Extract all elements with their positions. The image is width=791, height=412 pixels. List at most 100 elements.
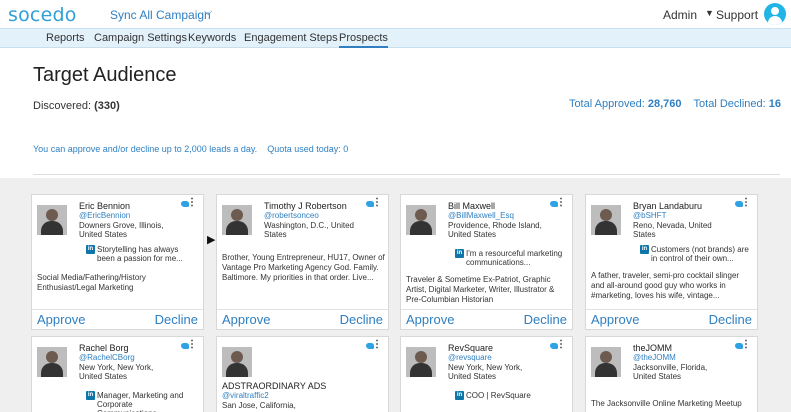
- decline-button[interactable]: Decline: [155, 312, 198, 327]
- prospect-handle[interactable]: @revsquare: [448, 353, 492, 362]
- page-title: Target Audience: [33, 64, 177, 86]
- prospect-name[interactable]: Timothy J Robertson: [264, 201, 347, 211]
- prospect-location: New York, New York, United States: [448, 363, 523, 381]
- more-options-icon[interactable]: ⋮: [187, 340, 197, 350]
- linkedin-icon: in: [86, 245, 95, 254]
- prospect-card: RevSquare @revsquare New York, New York,…: [400, 336, 573, 412]
- discovered-count: Discovered: (330): [33, 100, 120, 112]
- prospect-handle[interactable]: @robertsonceo: [264, 211, 319, 220]
- socedo-logo[interactable]: socedo: [8, 4, 77, 26]
- more-options-icon[interactable]: ⋮: [556, 340, 566, 350]
- prospect-card: Eric Bennion @EricBennion Downers Grove,…: [31, 194, 204, 330]
- prospect-job: Storytelling has always been a passion f…: [97, 245, 183, 263]
- prospect-name[interactable]: RevSquare: [448, 343, 493, 353]
- prospect-job: Manager, Marketing and Corporate Communi…: [97, 391, 184, 412]
- prospect-name[interactable]: Bill Maxwell: [448, 201, 495, 211]
- prospect-avatar: [222, 205, 252, 235]
- discovered-label: Discovered:: [33, 100, 92, 112]
- more-options-icon[interactable]: ⋮: [556, 198, 566, 208]
- decline-button[interactable]: Decline: [340, 312, 383, 327]
- totals: Total Approved: 28,760 Total Declined: 1…: [569, 98, 781, 110]
- quota-text: You can approve and/or decline up to 2,0…: [33, 144, 258, 154]
- total-approved-label: Total Approved:: [568, 98, 645, 110]
- prospect-bio: A father, traveler, semi-pro cocktail sl…: [591, 271, 740, 300]
- quota-used: Quota used today: 0: [267, 144, 349, 154]
- more-options-icon[interactable]: ⋮: [372, 198, 382, 208]
- prospect-job: Customers (not brands) are in control of…: [651, 245, 749, 263]
- prospect-avatar: [591, 205, 621, 235]
- tab-engagement-steps[interactable]: Engagement Steps: [244, 32, 338, 44]
- approve-button[interactable]: Approve: [37, 312, 85, 327]
- discovered-value: (330): [94, 100, 120, 112]
- card-actions: Approve Decline: [32, 309, 203, 329]
- tab-campaign-settings[interactable]: Campaign Settings: [94, 32, 187, 44]
- tab-prospects[interactable]: Prospects: [339, 32, 388, 48]
- total-declined-label: Total Declined:: [693, 98, 766, 110]
- prospect-bio: Traveler & Sometime Ex-Patriot, Graphic …: [406, 275, 555, 304]
- more-options-icon[interactable]: ⋮: [741, 340, 751, 350]
- prospect-avatar: [591, 347, 621, 377]
- admin-menu[interactable]: Admin: [663, 8, 697, 22]
- main-nav: Reports Campaign Settings Keywords Engag…: [0, 28, 791, 48]
- prospect-job: I'm a resourceful marketing communicatio…: [466, 249, 563, 267]
- prospect-name[interactable]: theJOMM: [633, 343, 672, 353]
- prospect-location: Providence, Rhode Island, United States: [448, 221, 542, 239]
- linkedin-icon: in: [455, 249, 464, 258]
- linkedin-icon: in: [86, 391, 95, 400]
- tab-keywords[interactable]: Keywords: [188, 32, 236, 44]
- approve-button[interactable]: Approve: [406, 312, 454, 327]
- divider: [33, 174, 780, 175]
- prospect-location: Jacksonville, Florida, United States: [633, 363, 708, 381]
- prospect-handle[interactable]: @RachelCBorg: [79, 353, 135, 362]
- prospect-handle[interactable]: @BillMaxwell_Esq: [448, 211, 514, 220]
- prospect-location: New York, New York, United States: [79, 363, 154, 381]
- chevron-down-icon[interactable]: ⌵: [204, 6, 212, 19]
- total-declined-value: 16: [768, 98, 781, 110]
- total-approved-value: 28,760: [647, 98, 682, 110]
- card-actions: Approve Decline: [217, 309, 388, 329]
- approve-button[interactable]: Approve: [591, 312, 639, 327]
- mouse-cursor-icon: ▶: [207, 234, 216, 246]
- prospect-card: Timothy J Robertson @robertsonceo Washin…: [216, 194, 389, 330]
- card-actions: Approve Decline: [401, 309, 572, 329]
- prospect-card: theJOMM @theJOMM Jacksonville, Florida, …: [585, 336, 758, 412]
- approve-button[interactable]: Approve: [222, 312, 270, 327]
- more-options-icon[interactable]: ⋮: [372, 340, 382, 350]
- campaign-selector[interactable]: Sync All Campaign: [110, 8, 211, 22]
- prospect-avatar: [37, 205, 67, 235]
- prospect-handle[interactable]: @EricBennion: [79, 211, 130, 220]
- prospect-location: San Jose, California,: [222, 401, 296, 410]
- prospect-name[interactable]: ADSTRAORDINARY ADS: [222, 381, 326, 391]
- decline-button[interactable]: Decline: [709, 312, 752, 327]
- more-options-icon[interactable]: ⋮: [187, 198, 197, 208]
- prospect-bio: Social Media/Fathering/History Enthusias…: [37, 273, 146, 292]
- linkedin-icon: in: [640, 245, 649, 254]
- prospect-name[interactable]: Bryan Landaburu: [633, 201, 702, 211]
- prospect-card: Bryan Landaburu @bSHFT Reno, Nevada, Uni…: [585, 194, 758, 330]
- prospect-handle[interactable]: @bSHFT: [633, 211, 666, 220]
- prospect-card: Rachel Borg @RachelCBorg New York, New Y…: [31, 336, 204, 412]
- prospect-avatar: [406, 205, 436, 235]
- prospect-name[interactable]: Rachel Borg: [79, 343, 129, 353]
- decline-button[interactable]: Decline: [524, 312, 567, 327]
- prospect-location: Reno, Nevada, United States: [633, 221, 712, 239]
- prospect-avatar: [37, 347, 67, 377]
- tab-reports[interactable]: Reports: [46, 32, 85, 44]
- top-bar: socedo Sync All Campaign ⌵ Admin ▼ Suppo…: [0, 0, 791, 28]
- prospect-avatar: [406, 347, 436, 377]
- quota-info: You can approve and/or decline up to 2,0…: [33, 144, 348, 154]
- support-link[interactable]: Support: [716, 8, 758, 22]
- prospect-name[interactable]: Eric Bennion: [79, 201, 130, 211]
- admin-chevron-down-icon[interactable]: ▼: [705, 8, 714, 18]
- more-options-icon[interactable]: ⋮: [741, 198, 751, 208]
- prospect-avatar: [222, 347, 252, 377]
- prospect-handle[interactable]: @viraltraffic2: [222, 391, 269, 400]
- prospect-handle[interactable]: @theJOMM: [633, 353, 676, 362]
- linkedin-icon: in: [455, 391, 464, 400]
- prospect-bio: Brother, Young Entrepreneur, HU17, Owner…: [222, 253, 385, 282]
- prospect-location: Washington, D.C., United States: [264, 221, 354, 239]
- card-actions: Approve Decline: [586, 309, 757, 329]
- user-avatar-icon[interactable]: [764, 3, 786, 25]
- prospect-job: COO | RevSquare: [466, 391, 531, 400]
- prospect-card: Bill Maxwell @BillMaxwell_Esq Providence…: [400, 194, 573, 330]
